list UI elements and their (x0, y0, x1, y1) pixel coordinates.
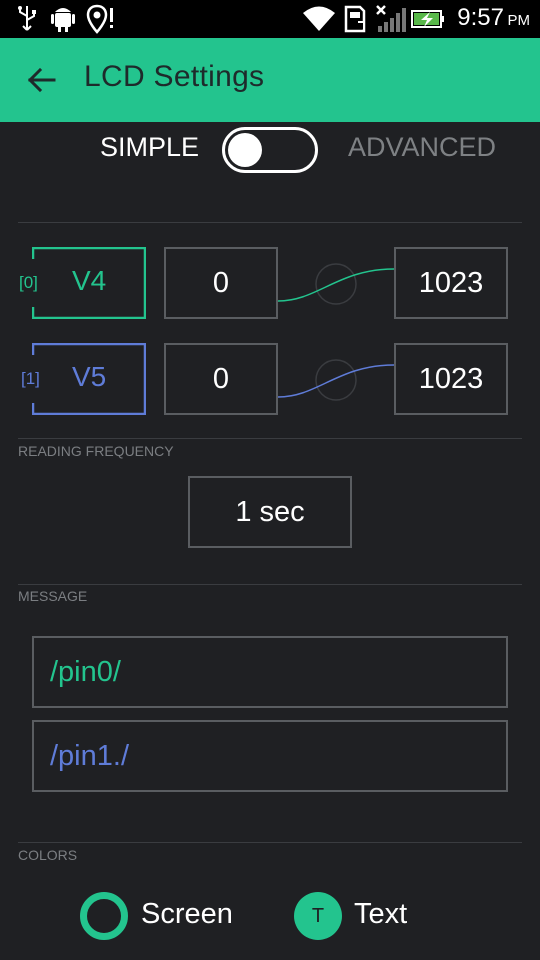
status-ampm: PM (507, 12, 531, 29)
message-label: MESSAGE (18, 588, 88, 604)
mode-advanced-label[interactable]: ADVANCED (348, 132, 496, 163)
usb-icon (18, 6, 36, 31)
battery-charging-icon (411, 10, 444, 28)
page-title: LCD Settings (84, 60, 265, 93)
pin-min-input-0[interactable]: 0 (164, 247, 278, 319)
screen-color-swatch[interactable] (80, 892, 128, 940)
sd-card-icon (344, 5, 366, 33)
arrow-back-icon (27, 67, 56, 93)
message-line-0-text: /pin0/ (50, 656, 121, 688)
colors-label: COLORS (18, 847, 78, 863)
message-line-0-input[interactable]: /pin0/ (32, 636, 508, 708)
message-line-1-input[interactable]: /pin1./ (32, 720, 508, 792)
wifi-icon (303, 6, 335, 31)
app-bar: LCD Settings (0, 38, 540, 122)
mode-simple-label[interactable]: SIMPLE (100, 132, 199, 163)
pin-max-value-1: 1023 (418, 362, 484, 395)
screen-color-label: Screen (141, 898, 233, 930)
pin-name-1: V5 (72, 361, 107, 392)
pin-min-value-0: 0 (212, 266, 230, 299)
pin-max-input-0[interactable]: 1023 (394, 247, 508, 319)
no-signal-icon (376, 5, 406, 32)
text-swatch-letter: T (311, 904, 325, 927)
android-debug-icon (51, 8, 75, 32)
divider (18, 438, 522, 439)
pin-min-input-1[interactable]: 0 (164, 343, 278, 415)
pin-index-0: [0] (19, 273, 38, 292)
reading-frequency-label: READING FREQUENCY (18, 443, 174, 459)
mapping-curve-0 (278, 263, 394, 305)
status-time: 9:57 (457, 4, 504, 31)
toggle-knob (228, 133, 262, 167)
mapping-curve-1 (278, 359, 394, 401)
text-color-label: Text (354, 898, 408, 930)
divider (18, 584, 522, 585)
location-alert-icon (86, 4, 113, 34)
pin-min-value-1: 0 (212, 362, 230, 395)
pin-max-value-0: 1023 (418, 266, 484, 299)
message-line-1-text: /pin1./ (50, 740, 129, 772)
divider (18, 222, 522, 223)
pin-max-input-1[interactable]: 1023 (394, 343, 508, 415)
reading-frequency-selector[interactable]: 1 sec (188, 476, 352, 548)
pin-index-1: [1] (21, 369, 40, 388)
mode-toggle[interactable] (222, 127, 318, 173)
divider (18, 842, 522, 843)
pin-name-0: V4 (72, 265, 107, 296)
reading-frequency-value: 1 sec (235, 495, 305, 528)
back-button[interactable] (22, 60, 62, 100)
status-bar: 9:57 PM (0, 0, 540, 38)
text-color-swatch[interactable]: T (294, 892, 342, 940)
